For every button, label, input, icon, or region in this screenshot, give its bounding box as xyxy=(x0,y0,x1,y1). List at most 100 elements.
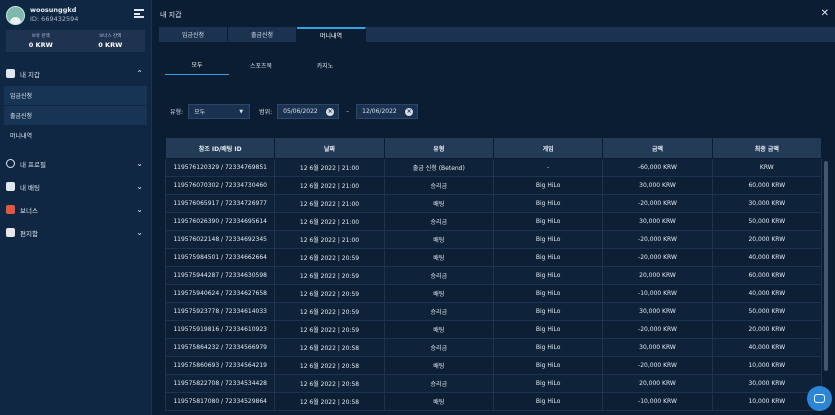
date-to-value: 12/06/2022 xyxy=(362,108,397,115)
tab-deposit[interactable]: 입금신청 xyxy=(159,27,228,42)
user-id: ID: 669432594 xyxy=(30,15,79,23)
cell-ref-id: 119575940624 / 72334627658 xyxy=(165,284,276,303)
table-body: 119576120329 / 72334769851 12 6월 2022 | 2… xyxy=(165,158,823,411)
user-info: woosunggkd ID: 669432594 xyxy=(30,6,78,24)
date-to-field[interactable]: 12/06/2022 × xyxy=(356,104,419,119)
cell-type: 배팅 xyxy=(383,392,494,411)
cell-type: 승리금 xyxy=(383,374,494,393)
cell-amount: -10,000 KRW xyxy=(602,284,713,303)
cell-final-amount: 20,000 KRW xyxy=(711,320,823,339)
bonus-balance: 보너스 잔액 0 KRW xyxy=(76,30,146,52)
cell-amount: -20,000 KRW xyxy=(602,194,713,213)
balance-value: 0 KRW xyxy=(28,41,53,49)
cell-type: 배팅 xyxy=(383,356,494,375)
cell-date: 12 6월 2022 | 21:00 xyxy=(274,176,385,195)
cell-amount: -20,000 KRW xyxy=(602,320,713,339)
clear-date-from-icon[interactable]: × xyxy=(326,108,335,116)
cell-amount: -60,000 KRW xyxy=(602,158,713,177)
sidebar-item-profile[interactable]: 내 프로필 ⌄ xyxy=(0,152,151,175)
main-panel: 내 지갑 ✕ 입금신청 출금신청 머니내역 모두 스포츠북 카지노 유형: 모두… xyxy=(153,0,835,415)
cell-ref-id: 119576022148 / 72334692345 xyxy=(165,230,276,249)
chevron-down-icon: ⌄ xyxy=(136,159,143,168)
subtab-casino[interactable]: 카지노 xyxy=(293,55,357,75)
date-from-field[interactable]: 05/06/2022 × xyxy=(277,104,340,119)
cell-amount: -10,000 KRW xyxy=(602,392,713,411)
cell-amount: 30,000 KRW xyxy=(602,338,713,357)
table-row: 119575940624 / 72334627658 12 6월 2022 | 2… xyxy=(165,284,823,303)
type-select[interactable]: 모두 ▼ xyxy=(188,104,251,119)
sidebar-item-withdraw[interactable]: 출금신청 xyxy=(4,106,147,125)
column-header-amount: 금액 xyxy=(602,137,713,159)
chat-button[interactable] xyxy=(807,386,832,411)
cell-date: 12 6월 2022 | 20:59 xyxy=(274,284,385,303)
cell-date: 12 6월 2022 | 20:58 xyxy=(274,374,385,393)
cell-date: 12 6월 2022 | 20:59 xyxy=(274,302,385,321)
cell-amount: 20,000 KRW xyxy=(602,266,713,285)
cell-game: Big HiLo xyxy=(492,212,604,231)
chevron-down-icon: ⌄ xyxy=(136,182,143,191)
sidebar-item-mailbox[interactable]: 편지함 ⌄ xyxy=(0,221,151,244)
cell-amount: 30,000 KRW xyxy=(602,212,713,231)
cell-final-amount: 20,000 KRW xyxy=(711,230,823,249)
subtab-sportsbook[interactable]: 스포츠북 xyxy=(229,55,293,75)
main-balance: 보유 잔액 0 KRW xyxy=(6,30,76,52)
subtab-all[interactable]: 모두 xyxy=(165,55,229,75)
cell-type: 승리금 xyxy=(383,266,494,285)
cell-date: 12 6월 2022 | 20:58 xyxy=(274,338,385,357)
sidebar-item-betting[interactable]: 내 배팅 ⌄ xyxy=(0,175,151,198)
cell-game: Big HiLo xyxy=(492,284,604,303)
cell-final-amount: 10,000 KRW xyxy=(711,392,823,411)
cell-type: 승리금 xyxy=(383,302,494,321)
table-row: 119576026390 / 72334695614 12 6월 2022 | 2… xyxy=(165,212,823,231)
balance-label: 보유 잔액 xyxy=(31,34,50,39)
cell-game: Big HiLo xyxy=(492,230,604,249)
cell-type: 승리금 xyxy=(383,338,494,357)
cell-final-amount: 10,000 KRW xyxy=(711,356,823,375)
cell-type: 배팅 xyxy=(383,194,494,213)
cell-game: Big HiLo xyxy=(492,266,604,285)
cell-type: 배팅 xyxy=(383,284,494,303)
table-row: 119575984501 / 72334662664 12 6월 2022 | 2… xyxy=(165,248,823,267)
history-subtabs: 모두 스포츠북 카지노 xyxy=(165,55,357,75)
date-from-value: 05/06/2022 xyxy=(283,108,318,115)
table-row: 119576070302 / 72334730460 12 6월 2022 | 2… xyxy=(165,176,823,195)
column-header-game: 게임 xyxy=(492,137,604,159)
table-row: 119576065917 / 72334726977 12 6월 2022 | 2… xyxy=(165,194,823,213)
avatar[interactable] xyxy=(6,5,25,25)
wallet-tabs: 입금신청 출금신청 머니내역 xyxy=(159,27,835,42)
cell-game: - xyxy=(492,158,604,177)
mail-icon xyxy=(6,228,15,237)
bonus-balance-label: 보너스 잔액 xyxy=(99,34,122,39)
cell-game: Big HiLo xyxy=(492,320,604,339)
cell-date: 12 6월 2022 | 20:58 xyxy=(274,356,385,375)
cell-ref-id: 119575944287 / 72334630598 xyxy=(165,266,276,285)
cell-ref-id: 119576026390 / 72334695614 xyxy=(165,212,276,231)
cell-type: 출금 신청 (Betend) xyxy=(383,158,494,177)
sidebar-item-label: 내 프로필 xyxy=(20,160,46,169)
cell-date: 12 6월 2022 | 20:59 xyxy=(274,248,385,267)
cell-final-amount: 50,000 KRW xyxy=(711,212,823,231)
table-row: 119575944287 / 72334630598 12 6월 2022 | 2… xyxy=(165,266,823,285)
sidebar-item-bonus[interactable]: 보너스 ⌄ xyxy=(0,198,151,221)
cell-final-amount: KRW xyxy=(711,158,823,177)
cell-ref-id: 119576120329 / 72334769851 xyxy=(165,158,276,177)
close-icon[interactable]: ✕ xyxy=(821,8,829,19)
sidebar-item-wallet[interactable]: 내 지갑 ⌃ xyxy=(0,62,151,85)
clear-date-to-icon[interactable]: × xyxy=(405,108,414,116)
sidebar: woosunggkd ID: 669432594 보유 잔액 0 KRW 보너스… xyxy=(0,0,152,415)
table-scrollbar[interactable] xyxy=(824,161,828,371)
sidebar-nav: 내 지갑 ⌃ 입금신청 출금신청 머니내역 내 프로필 ⌄ 내 배팅 ⌄ 보너스… xyxy=(0,62,151,244)
caret-down-icon: ▼ xyxy=(239,108,244,115)
cell-ref-id: 119575923778 / 72334614033 xyxy=(165,302,276,321)
sidebar-item-money-history[interactable]: 머니내역 xyxy=(4,126,147,145)
cell-ref-id: 119575822708 / 72334534428 xyxy=(165,374,276,393)
sidebar-item-deposit[interactable]: 입금신청 xyxy=(4,86,147,105)
cell-amount: 30,000 KRW xyxy=(602,302,713,321)
cell-game: Big HiLo xyxy=(492,392,604,411)
cell-ref-id: 119575860693 / 72334564219 xyxy=(165,356,276,375)
cell-date: 12 6월 2022 | 21:00 xyxy=(274,212,385,231)
tab-withdraw[interactable]: 출금신청 xyxy=(228,27,297,42)
cell-final-amount: 40,000 KRW xyxy=(711,338,823,357)
menu-toggle-icon[interactable] xyxy=(134,9,144,18)
tab-money-history[interactable]: 머니내역 xyxy=(297,27,366,42)
